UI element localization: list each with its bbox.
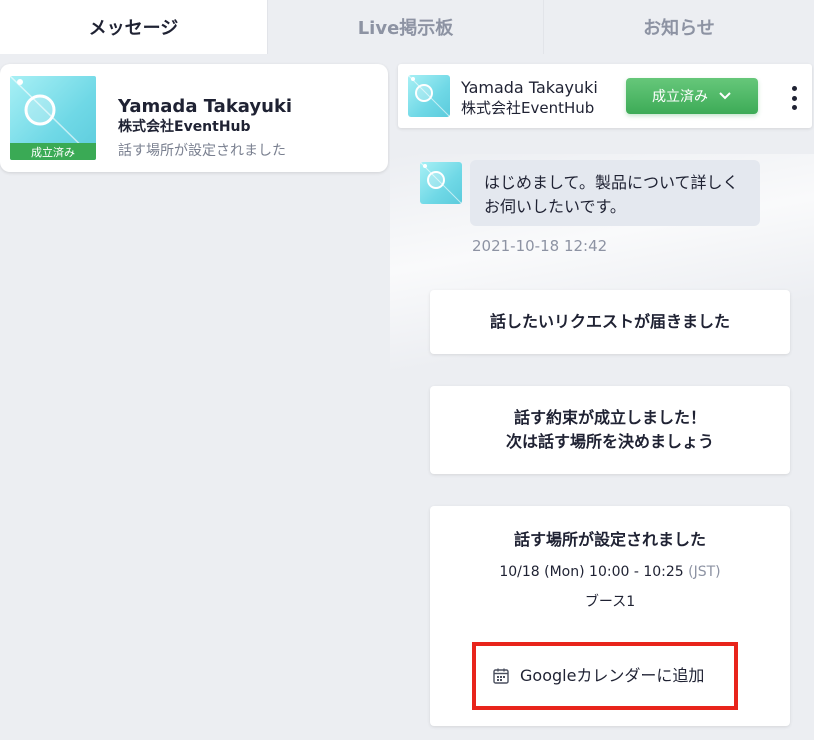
header-company: 株式会社EventHub xyxy=(461,99,595,117)
tab-messages[interactable]: メッセージ xyxy=(0,0,268,54)
system-card-request: 話したいリクエストが届きました xyxy=(430,290,790,354)
status-dropdown-button[interactable]: 成立済み xyxy=(626,78,758,114)
booth-name: ブース1 xyxy=(584,594,636,610)
chevron-down-icon xyxy=(718,89,732,103)
conversation-item[interactable]: 成立済み Yamada Takayuki 株式会社EventHub 話す場所が設… xyxy=(0,64,388,172)
schedule-timezone: (JST) xyxy=(688,564,721,580)
tab-notifications[interactable]: お知らせ xyxy=(544,0,814,54)
conversation-name: Yamada Takayuki xyxy=(118,96,293,117)
system-card-location: 話す場所が設定されました 10/18 (Mon) 10:00 - 10:25 (… xyxy=(430,506,790,726)
magnifier-icon xyxy=(408,75,450,117)
highlight-box xyxy=(472,642,738,710)
agreed-line-1: 話す約束が成立しました！ xyxy=(513,408,706,427)
avatar[interactable] xyxy=(408,75,450,117)
system-card-agreed: 話す約束が成立しました！ 次は話す場所を決めましょう xyxy=(430,386,790,474)
request-text: 話したいリクエストが届きました xyxy=(489,312,730,331)
chat-panel: Yamada Takayuki 株式会社EventHub 成立済み はじめまして… xyxy=(390,54,814,740)
location-title: 話す場所が設定されました xyxy=(513,530,706,549)
conversation-avatar: 成立済み xyxy=(10,76,96,160)
tab-live-board[interactable]: Live掲示板 xyxy=(268,0,544,54)
status-badge: 成立済み xyxy=(10,143,96,160)
conversation-preview: 話す場所が設定されました xyxy=(118,143,286,159)
conversation-list: 成立済み Yamada Takayuki 株式会社EventHub 話す場所が設… xyxy=(0,54,390,740)
schedule-time: 10/18 (Mon) 10:00 - 10:25 xyxy=(499,564,684,580)
conversation-company: 株式会社EventHub xyxy=(118,119,251,135)
sender-avatar xyxy=(420,162,462,204)
status-label: 成立済み xyxy=(652,89,708,105)
message-timestamp: 2021-10-18 12:42 xyxy=(472,237,608,255)
header-name: Yamada Takayuki xyxy=(461,78,598,97)
agreed-line-2: 次は話す場所を決めましょう xyxy=(505,432,714,451)
tab-bar: メッセージ Live掲示板 お知らせ xyxy=(0,0,814,54)
schedule-text: 10/18 (Mon) 10:00 - 10:25 (JST) xyxy=(499,560,720,584)
chat-header: Yamada Takayuki 株式会社EventHub 成立済み xyxy=(398,64,812,128)
magnifier-icon xyxy=(420,162,462,204)
kebab-menu-icon[interactable] xyxy=(786,86,802,110)
message-bubble: はじめまして。製品について詳しくお伺いしたいです。 xyxy=(470,160,760,226)
